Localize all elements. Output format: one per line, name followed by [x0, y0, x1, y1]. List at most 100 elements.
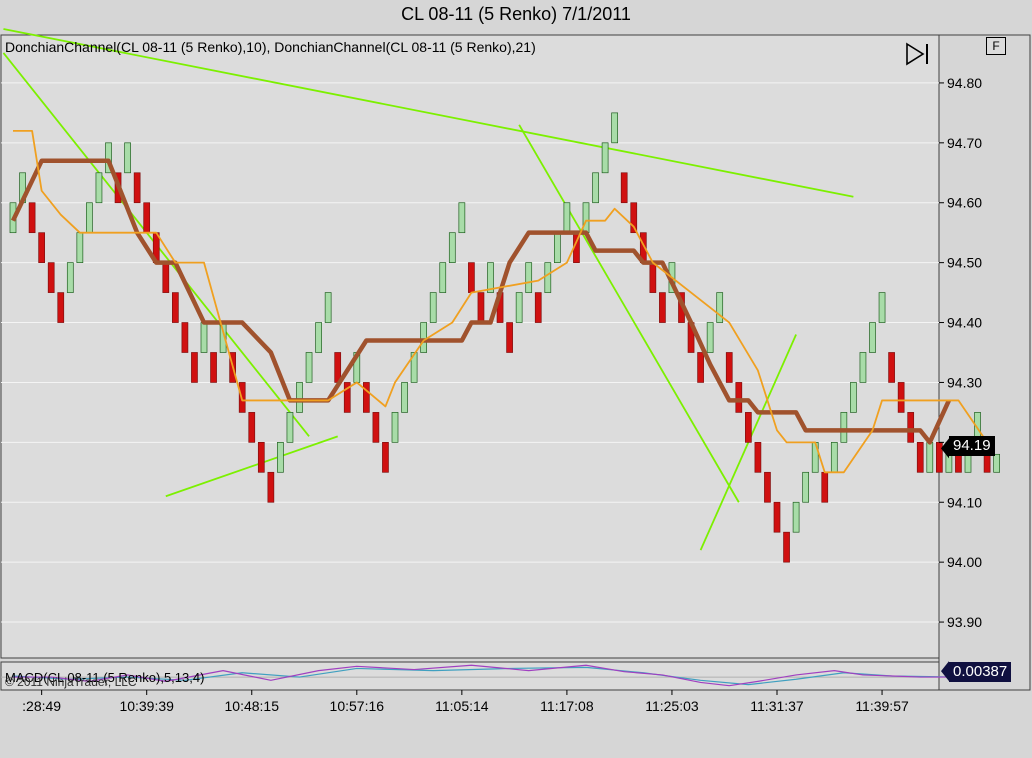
renko-brick-down — [162, 262, 170, 293]
renko-brick-up — [544, 262, 552, 293]
renko-brick-down — [172, 292, 179, 323]
renko-brick-down — [725, 352, 733, 383]
renko-brick-up — [76, 232, 84, 263]
renko-brick-down — [181, 322, 189, 353]
renko-brick-down — [888, 352, 895, 383]
copyright-text: © 2011 NinjaTrader, LLC — [5, 675, 137, 689]
renko-brick-up — [401, 382, 408, 413]
play-forward-icon[interactable] — [905, 41, 931, 67]
y-tick-label: 94.70 — [947, 135, 982, 151]
renko-brick-down — [57, 292, 65, 323]
last-price-label: 94.19 — [949, 436, 995, 456]
renko-brick-down — [334, 352, 342, 383]
renko-brick-down — [210, 352, 217, 383]
renko-brick-down — [506, 322, 513, 353]
renko-brick-down — [735, 382, 743, 413]
renko-brick-up — [601, 142, 609, 174]
y-tick-label: 94.60 — [947, 195, 982, 211]
renko-brick-down — [267, 471, 275, 503]
renko-brick-up — [706, 322, 714, 353]
renko-brick-up — [840, 412, 848, 443]
renko-brick-down — [897, 382, 905, 413]
renko-brick-up — [515, 292, 523, 323]
renko-brick-down — [257, 441, 265, 473]
renko-brick-down — [133, 172, 141, 204]
renko-brick-down — [28, 202, 36, 234]
renko-brick-down — [773, 501, 781, 533]
renko-brick-up — [391, 412, 399, 443]
renko-brick-down — [372, 412, 380, 443]
x-tick-label: 11:05:14 — [435, 698, 489, 714]
x-tick-label: 11:17:08 — [540, 698, 594, 714]
renko-brick-down — [916, 441, 924, 473]
x-tick-label: 11:39:57 — [855, 698, 909, 714]
renko-brick-up — [286, 412, 294, 443]
renko-brick-down — [754, 441, 762, 473]
renko-brick-up — [315, 322, 322, 353]
renko-brick-up — [525, 262, 533, 293]
renko-brick-up — [582, 202, 590, 234]
renko-brick-up — [592, 172, 599, 204]
renko-brick-down — [821, 471, 829, 503]
renko-brick-up — [611, 112, 619, 144]
macd-value-label: 0.00387 — [949, 662, 1012, 682]
renko-brick-up — [429, 292, 437, 323]
renko-brick-down — [907, 412, 915, 443]
y-tick-label: 93.90 — [947, 614, 982, 630]
renko-brick-up — [66, 262, 74, 293]
renko-brick-up — [859, 352, 867, 383]
renko-brick-up — [420, 322, 427, 353]
renko-brick-down — [477, 292, 485, 323]
renko-brick-up — [86, 202, 93, 234]
renko-brick-up — [305, 352, 313, 383]
f-button[interactable]: F — [986, 37, 1006, 55]
renko-brick-up — [802, 471, 810, 503]
renko-brick-up — [448, 232, 456, 263]
x-tick-label: :28:49 — [22, 698, 61, 714]
x-tick-label: 11:25:03 — [645, 698, 699, 714]
renko-brick-up — [878, 292, 886, 323]
renko-brick-down — [38, 232, 46, 263]
renko-brick-up — [830, 441, 838, 473]
renko-brick-down — [935, 441, 943, 473]
indicator-label: DonchianChannel(CL 08-11 (5 Renko),10), … — [5, 39, 536, 55]
renko-brick-down — [47, 262, 55, 293]
renko-brick-up — [324, 292, 332, 323]
renko-brick-down — [191, 352, 198, 383]
renko-brick-down — [659, 292, 666, 323]
renko-brick-up — [439, 262, 447, 293]
y-tick-label: 94.00 — [947, 554, 982, 570]
renko-brick-down — [382, 441, 389, 473]
renko-brick-down — [697, 352, 704, 383]
renko-brick-down — [248, 412, 256, 443]
renko-brick-down — [620, 172, 628, 204]
renko-brick-down — [744, 412, 752, 443]
renko-brick-up — [200, 322, 208, 353]
price-axis-panel — [938, 34, 1031, 691]
renko-brick-up — [792, 501, 800, 533]
renko-brick-down — [783, 531, 790, 563]
x-tick-label: 10:48:15 — [225, 698, 280, 714]
renko-brick-down — [143, 202, 151, 234]
x-tick-label: 11:31:37 — [750, 698, 804, 714]
y-tick-label: 94.80 — [947, 75, 982, 91]
y-tick-label: 94.50 — [947, 255, 982, 271]
renko-brick-up — [95, 172, 103, 204]
renko-chart[interactable]: 94.80 94.70 94.60 94.50 94.40 94.30 94.00 93.90… — [0, 0, 1032, 758]
x-tick-label: 10:39:39 — [119, 698, 174, 714]
renko-brick-up — [926, 441, 934, 473]
y-tick-label: 94.40 — [947, 315, 982, 331]
renko-brick-up — [716, 292, 724, 323]
renko-brick-down — [468, 262, 475, 293]
renko-brick-down — [764, 471, 771, 503]
renko-brick-up — [869, 322, 876, 353]
renko-brick-up — [563, 202, 571, 234]
renko-brick-down — [363, 382, 370, 413]
renko-brick-up — [993, 453, 1001, 473]
renko-brick-up — [296, 382, 303, 413]
renko-brick-up — [458, 202, 466, 234]
renko-brick-down — [649, 262, 657, 293]
renko-brick-up — [277, 441, 284, 473]
renko-brick-up — [553, 232, 561, 263]
y-tick-label: 94.10 — [947, 494, 982, 510]
